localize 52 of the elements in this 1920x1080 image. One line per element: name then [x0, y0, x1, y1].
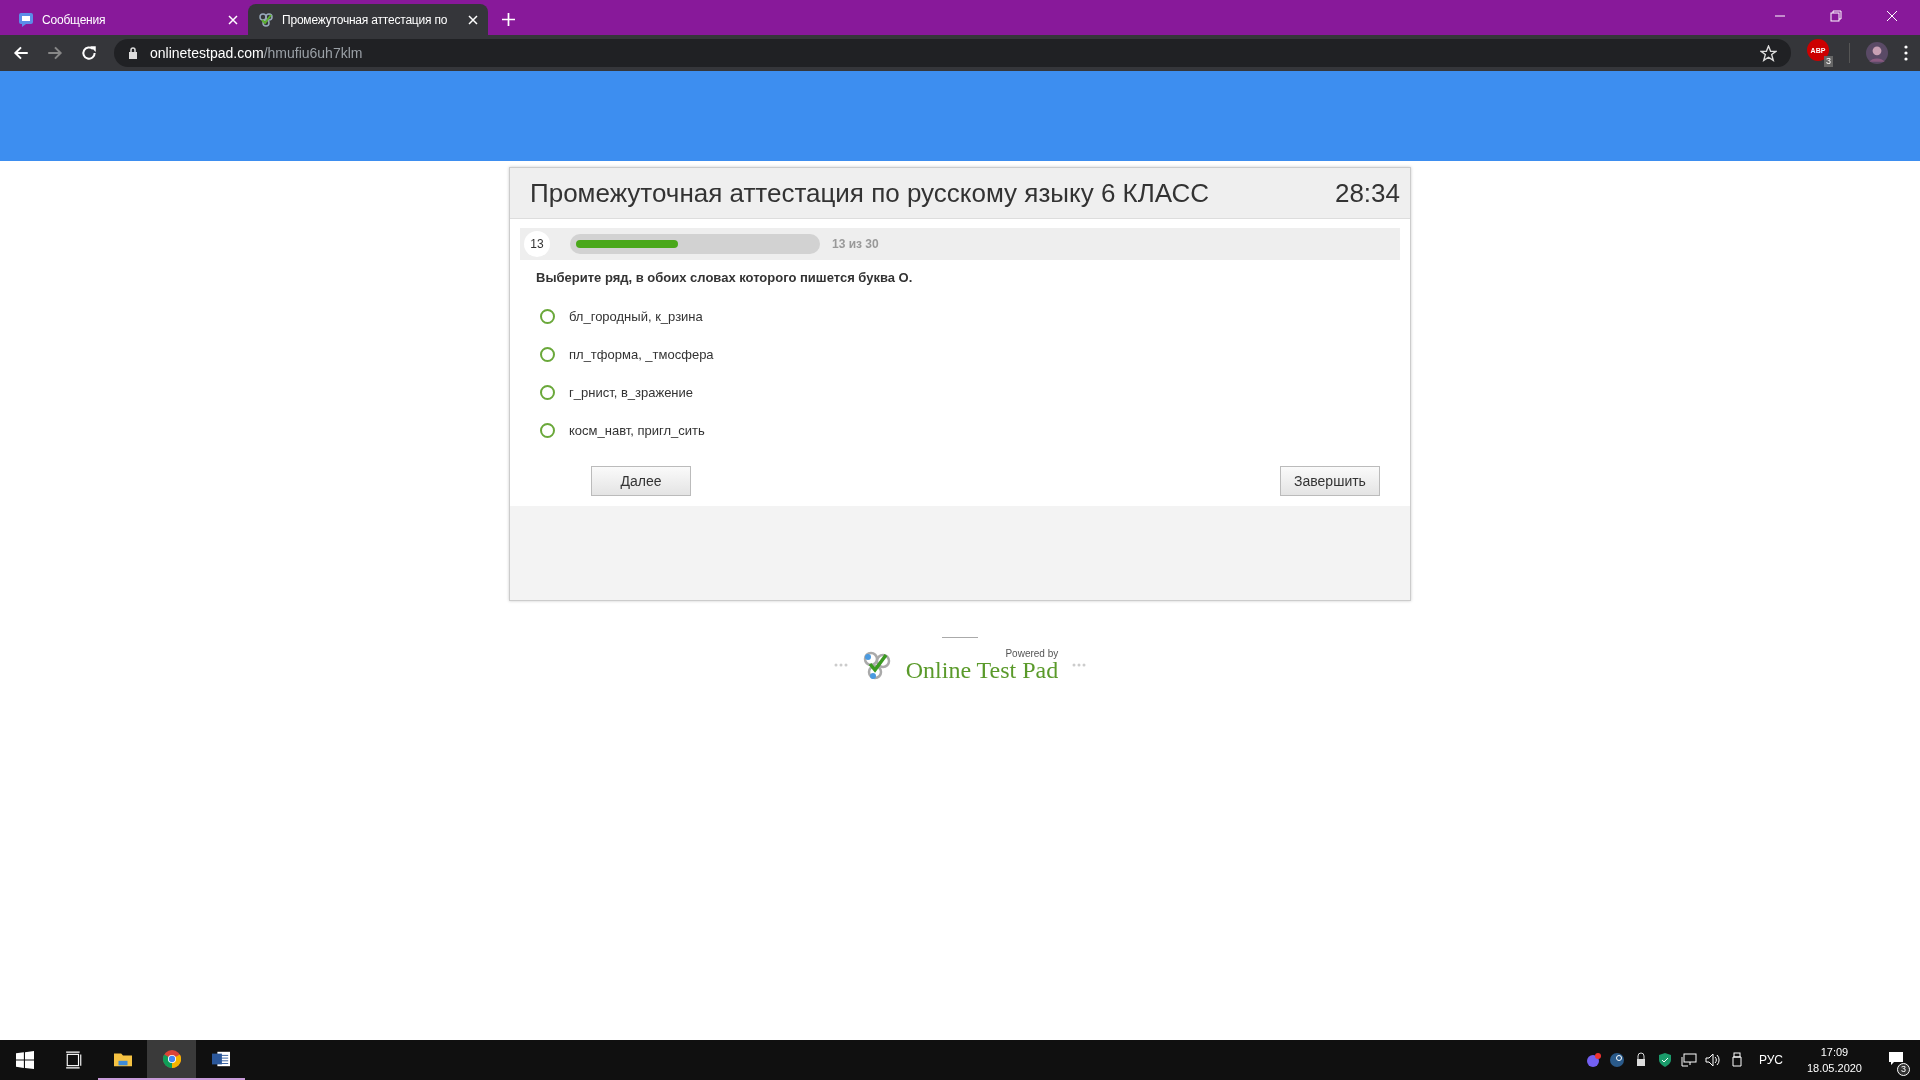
- chrome-taskbar-button[interactable]: [147, 1040, 196, 1080]
- dots-icon: [1072, 662, 1087, 667]
- radio-button[interactable]: [540, 423, 555, 438]
- restore-icon[interactable]: [1830, 10, 1842, 22]
- notification-count: 3: [1897, 1063, 1910, 1076]
- windows-start-icon[interactable]: [15, 1051, 34, 1069]
- chat-icon: [18, 11, 34, 28]
- lock-icon: [128, 47, 138, 59]
- document-app-icon: [211, 1050, 230, 1068]
- close-icon[interactable]: [468, 14, 478, 25]
- test-title: Промежуточная аттестация по русскому языку 6 КЛАСС: [530, 177, 1210, 209]
- checkmark-logo-icon: [258, 11, 274, 28]
- question-number: 13: [524, 231, 550, 257]
- radio-button[interactable]: [540, 309, 555, 324]
- network-icon[interactable]: [1680, 1052, 1697, 1068]
- chat-bubble-icon[interactable]: [1584, 1052, 1601, 1068]
- reload-icon[interactable]: [80, 44, 98, 62]
- answer-option[interactable]: бл_городный, к_рзина: [569, 309, 703, 324]
- finish-button[interactable]: Завершить: [1280, 466, 1380, 496]
- radio-button[interactable]: [540, 347, 555, 362]
- clock[interactable]: 17:09 18.05.2020: [1806, 1044, 1862, 1076]
- close-icon[interactable]: [228, 14, 238, 25]
- shield-icon[interactable]: [1656, 1052, 1673, 1068]
- answer-option[interactable]: косм_навт, пригл_сить: [569, 423, 705, 438]
- extension-badge: 3: [1824, 56, 1833, 67]
- chrome-icon: [162, 1050, 181, 1068]
- browser-tab[interactable]: Сообщения: [8, 4, 248, 35]
- question-text: Выберите ряд, в обоих словах которого пишется буква О.: [536, 270, 914, 285]
- address-field[interactable]: onlinetestpad.com/hmufiu6uh7klm: [114, 39, 1791, 67]
- notification-center-button[interactable]: 3: [1880, 1046, 1912, 1074]
- steam-icon[interactable]: [1608, 1052, 1625, 1068]
- new-tab-icon[interactable]: [502, 13, 515, 26]
- radio-button[interactable]: [540, 385, 555, 400]
- volume-icon[interactable]: [1704, 1052, 1721, 1068]
- avatar-icon[interactable]: [1866, 42, 1888, 64]
- forward-icon[interactable]: [46, 44, 64, 62]
- notification-icon: [1888, 1050, 1904, 1066]
- browser-tab[interactable]: Промежуточная аттестация по: [248, 4, 488, 35]
- close-icon[interactable]: [1886, 10, 1898, 22]
- answer-option[interactable]: пл_тформа, _тмосфера: [569, 347, 714, 362]
- powered-by-text: Powered by: [1005, 648, 1059, 659]
- star-icon[interactable]: [1760, 44, 1777, 62]
- language-indicator[interactable]: РУС: [1758, 1053, 1783, 1067]
- task-view-icon[interactable]: [64, 1051, 83, 1069]
- next-button[interactable]: Далее: [591, 466, 691, 496]
- answer-option[interactable]: г_рнист, в_зражение: [569, 385, 694, 400]
- menu-icon[interactable]: [1904, 45, 1908, 61]
- back-icon[interactable]: [12, 44, 30, 62]
- checkmark-logo-icon[interactable]: [861, 649, 892, 680]
- progress-text: 13 из 30: [832, 237, 879, 251]
- dots-icon: [833, 662, 848, 667]
- timer: 28:34: [1334, 177, 1400, 209]
